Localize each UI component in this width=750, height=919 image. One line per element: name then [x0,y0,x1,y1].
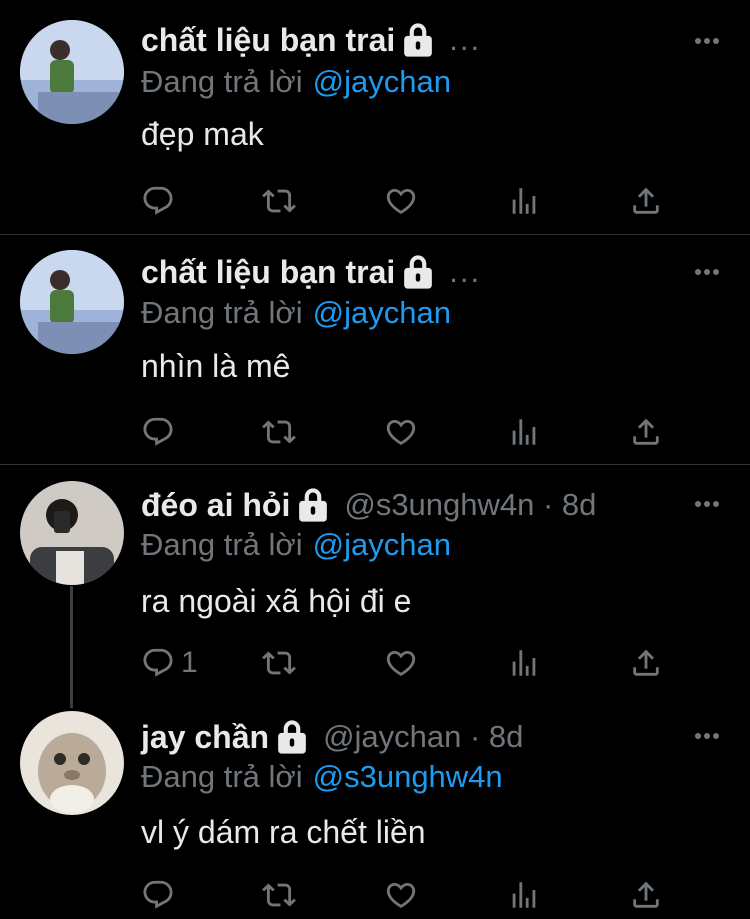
views-button[interactable] [507,181,541,221]
reply-button[interactable] [141,875,175,915]
more-icon[interactable] [694,731,720,741]
share-button[interactable] [629,643,663,683]
heart-icon [384,184,418,218]
tweet[interactable]: chất liệu bạn trai ... Đang trả lời @jayc… [0,235,750,464]
avatar-cat-photo-icon [20,711,124,815]
reply-count: 1 [181,646,198,679]
avatar-photo-icon [20,250,124,354]
tweet-text: ra ngoài xã hội đi e [141,583,412,619]
handle-and-time[interactable]: @s3unghw4n · 8d [344,487,596,523]
like-button[interactable] [384,643,418,683]
share-icon [629,184,663,218]
mention-link[interactable]: @jaychan [313,527,451,562]
views-icon [507,415,541,449]
retweet-icon [262,646,296,680]
mention-link[interactable]: @jaychan [313,64,451,99]
display-name[interactable]: đéo ai hỏi [141,487,290,524]
share-icon [629,415,663,449]
more-icon[interactable] [694,36,720,46]
reply-icon [141,878,175,912]
tweet[interactable]: jay chần @jaychan · 8d Đang trả lời @s3un… [0,697,750,919]
retweet-button[interactable] [262,643,296,683]
share-button[interactable] [629,181,663,221]
views-button[interactable] [507,875,541,915]
like-button[interactable] [384,181,418,221]
replying-to-label: Đang trả lời [141,527,303,562]
replying-to-label: Đang trả lời [141,295,303,330]
heart-icon [384,878,418,912]
lock-icon [275,719,309,755]
avatar[interactable] [20,20,124,124]
views-icon [507,878,541,912]
tweet-text: nhìn là mê [141,348,291,384]
replying-to-label: Đang trả lời [141,64,303,99]
reply-button[interactable]: 1 [141,643,198,683]
retweet-button[interactable] [262,875,296,915]
display-name[interactable]: jay chần [141,719,269,756]
avatar-photo-icon [20,20,124,124]
share-icon [629,646,663,680]
truncated-handle: ... [449,22,482,57]
views-icon [507,646,541,680]
tweet[interactable]: chất liệu bạn trai ... Đang trả lời @jayc… [0,0,750,234]
more-icon[interactable] [694,499,720,509]
mention-link[interactable]: @jaychan [313,295,451,330]
avatar[interactable] [20,711,124,815]
tweet[interactable]: đéo ai hỏi @s3unghw4n · 8d Đang trả lời @… [0,465,750,695]
display-name[interactable]: chất liệu bạn trai [141,22,395,59]
reply-button[interactable] [141,412,175,452]
retweet-button[interactable] [262,412,296,452]
heart-icon [384,415,418,449]
retweet-icon [262,878,296,912]
avatar-photo-icon [20,481,124,585]
more-icon[interactable] [694,267,720,277]
mention-link[interactable]: @s3unghw4n [313,759,503,794]
share-button[interactable] [629,412,663,452]
handle-and-time[interactable]: @jaychan · 8d [323,719,523,755]
replying-to-label: Đang trả lời [141,759,303,794]
views-icon [507,184,541,218]
lock-icon [401,254,435,290]
display-name[interactable]: chất liệu bạn trai [141,254,395,291]
avatar[interactable] [20,250,124,354]
views-button[interactable] [507,412,541,452]
retweet-button[interactable] [262,181,296,221]
share-icon [629,878,663,912]
tweet-text: đẹp mak [141,116,264,152]
retweet-icon [262,415,296,449]
retweet-icon [262,184,296,218]
avatar[interactable] [20,481,124,585]
truncated-handle: ... [449,254,482,289]
reply-button[interactable] [141,181,175,221]
reply-icon [141,184,175,218]
tweet-text: vl ý dám ra chết liền [141,814,426,850]
heart-icon [384,646,418,680]
reply-icon [141,646,175,680]
lock-icon [296,487,330,523]
reply-icon [141,415,175,449]
share-button[interactable] [629,875,663,915]
lock-icon [401,22,435,58]
views-button[interactable] [507,643,541,683]
like-button[interactable] [384,875,418,915]
like-button[interactable] [384,412,418,452]
